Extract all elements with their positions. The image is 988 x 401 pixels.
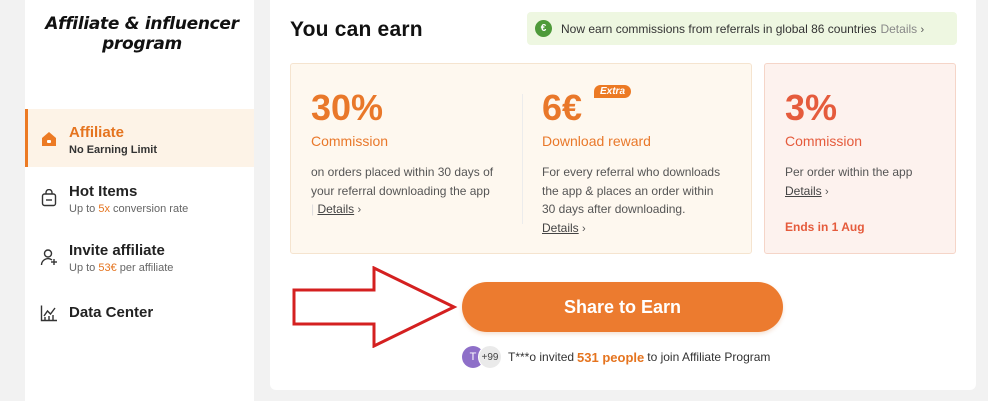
banner-details-link[interactable]: Details ›: [880, 22, 924, 36]
shopping-bag-icon: [39, 188, 59, 208]
sidebar-item-affiliate[interactable]: Affiliate No Earning Limit: [25, 109, 254, 167]
download-reward-card: 6€ Extra Download reward For every refer…: [542, 64, 742, 253]
promo-end-date: Ends in 1 Aug: [785, 220, 865, 234]
sidebar-item-invite-affiliate[interactable]: Invite affiliate Up to 53€ per affiliate: [25, 227, 254, 285]
invite-text-suffix: to join Affiliate Program: [647, 350, 771, 364]
in-app-commission-card: 3% Commission Per order within the app D…: [785, 64, 945, 253]
chevron-right-icon: ›: [825, 185, 829, 198]
download-reward-value: 6€: [542, 87, 583, 128]
sidebar-item-label: Data Center: [69, 304, 154, 321]
chart-icon: [39, 303, 59, 323]
sidebar-item-label: Invite affiliate: [69, 242, 165, 259]
sidebar-item-label: Affiliate: [69, 124, 125, 141]
sidebar: Affiliate & influencer program Affiliate…: [25, 0, 254, 401]
chevron-right-icon: ›: [582, 222, 586, 235]
commission-description: on orders placed within 30 days of your …: [311, 165, 494, 216]
divider: [522, 94, 523, 224]
banner-text: Now earn commissions from referrals in g…: [561, 21, 877, 36]
program-logo: Affiliate & influencer program: [45, 14, 239, 54]
referral-banner[interactable]: € Now earn commissions from referrals in…: [527, 12, 957, 45]
annotation-arrow-icon: [292, 266, 458, 348]
invite-text-prefix: T***o invited: [508, 350, 575, 364]
sidebar-item-sub: No Earning Limit: [69, 144, 157, 156]
chevron-right-icon: ›: [357, 204, 362, 216]
home-icon: [39, 129, 59, 149]
more-avatars-badge: +99: [478, 345, 502, 369]
euro-icon: €: [535, 20, 552, 37]
page-title: You can earn: [290, 18, 423, 41]
in-app-commission-label: Commission: [785, 133, 863, 149]
commission-panel: 30% Commission on orders placed within 3…: [290, 63, 752, 254]
sidebar-item-sub: Up to 5x conversion rate: [69, 203, 189, 215]
commission-card: 30% Commission on orders placed within 3…: [311, 64, 511, 253]
add-user-icon: [39, 247, 59, 267]
in-app-commission-panel: 3% Commission Per order within the app D…: [764, 63, 956, 254]
chevron-right-icon: ›: [920, 23, 925, 36]
sidebar-item-sub: Up to 53€ per affiliate: [69, 262, 174, 274]
download-reward-description: For every referral who downloads the app…: [542, 165, 721, 235]
commission-details-link[interactable]: Details: [317, 202, 354, 216]
commission-label: Commission: [311, 133, 389, 149]
sidebar-item-data-center[interactable]: Data Center: [25, 286, 254, 344]
in-app-commission-description: Per order within the app Details ›: [785, 165, 913, 198]
sidebar-item-hot-items[interactable]: Hot Items Up to 5x conversion rate: [25, 168, 254, 226]
in-app-commission-value: 3%: [785, 87, 838, 128]
download-reward-details-link[interactable]: Details: [542, 221, 579, 235]
invite-count: 531 people: [577, 349, 645, 365]
download-reward-label: Download reward: [542, 133, 651, 149]
share-to-earn-button[interactable]: Share to Earn: [462, 282, 783, 332]
extra-badge: Extra: [594, 85, 632, 98]
in-app-details-link[interactable]: Details: [785, 184, 822, 198]
commission-value: 30%: [311, 87, 384, 128]
invite-stats: T +99 T***o invited 531 people to join A…: [462, 345, 770, 369]
sidebar-item-label: Hot Items: [69, 183, 138, 200]
